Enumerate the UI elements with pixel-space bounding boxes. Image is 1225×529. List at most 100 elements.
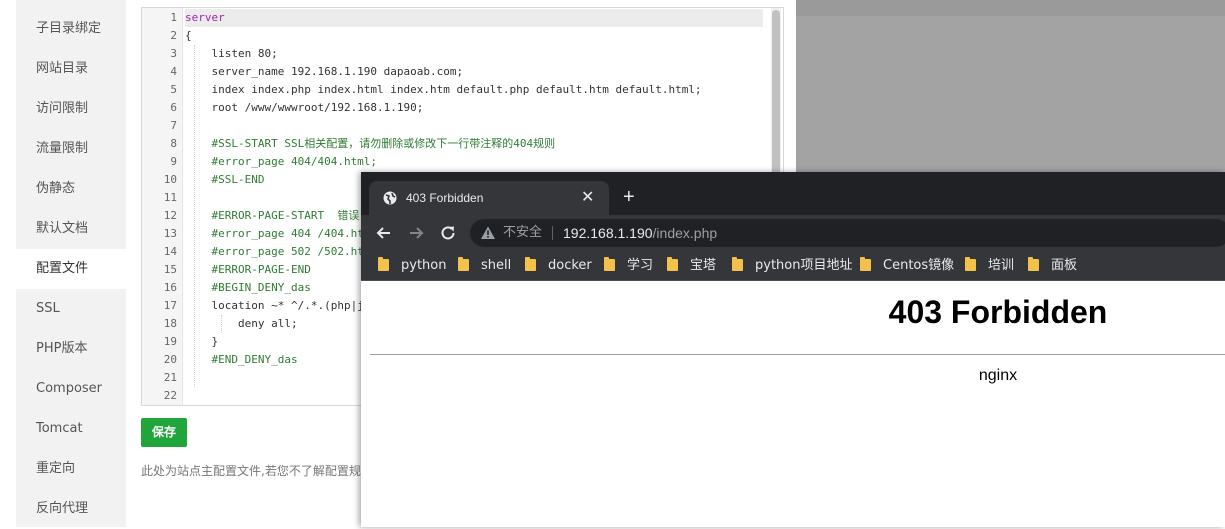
line-number: 21 — [163, 371, 177, 384]
sidebar-item-tomcat[interactable]: Tomcat — [16, 409, 126, 449]
line-number: 15 — [163, 263, 177, 276]
back-button[interactable] — [373, 222, 395, 244]
bookmark-label: python项目地址 — [755, 258, 853, 273]
line-number: 3 — [170, 47, 177, 60]
browser-toolbar: 不安全 192.168.1.190/index.php — [361, 215, 1225, 251]
tab-403-forbidden[interactable]: 403 Forbidden ✕ — [369, 181, 609, 215]
code-line: server_name 192.168.1.190 dapaoab.com; — [185, 65, 464, 78]
sidebar-item-reverse-proxy[interactable]: 反向代理 — [16, 489, 126, 529]
folder-icon — [860, 257, 871, 271]
address-bar[interactable]: 不安全 192.168.1.190/index.php — [470, 219, 1225, 247]
sidebar-item-config-file[interactable]: 配置文件 — [16, 249, 126, 289]
code-line: #END_DENY_das — [185, 353, 298, 366]
bookmark-study[interactable]: 学习 — [604, 251, 653, 280]
new-tab-button[interactable]: + — [623, 185, 635, 209]
line-number: 8 — [170, 137, 177, 150]
line-number: 18 — [163, 317, 177, 330]
divider — [370, 354, 1225, 355]
background-header — [796, 0, 1225, 16]
folder-icon — [1028, 257, 1039, 271]
bookmark-python-projects[interactable]: python项目地址 — [732, 251, 852, 280]
code-line: listen 80; — [185, 47, 278, 60]
bookmark-label: shell — [481, 258, 512, 273]
code-line: root /www/wwwroot/192.168.1.190; — [185, 101, 424, 114]
line-number: 10 — [163, 173, 177, 186]
sidebar-item-redirect[interactable]: 重定向 — [16, 449, 126, 489]
code-line: { — [185, 29, 192, 42]
code-line: deny all; — [185, 317, 298, 330]
line-number: 6 — [170, 101, 177, 114]
bookmark-docker[interactable]: docker — [525, 251, 592, 280]
folder-icon — [965, 257, 976, 271]
line-number: 7 — [170, 119, 177, 132]
close-icon[interactable]: ✕ — [581, 181, 594, 215]
line-number: 20 — [163, 353, 177, 366]
bookmark-shell[interactable]: shell — [458, 251, 511, 280]
sidebar-item-default-document[interactable]: 默认文档 — [16, 209, 126, 249]
folder-icon — [667, 257, 678, 271]
code-line: index index.php index.html index.htm def… — [185, 83, 702, 96]
folder-icon — [604, 257, 615, 271]
line-number: 5 — [170, 83, 177, 96]
bookmark-centos-mirror[interactable]: Centos镜像 — [860, 251, 954, 280]
globe-icon — [382, 190, 398, 206]
line-number: 19 — [163, 335, 177, 348]
line-number: 2 — [170, 29, 177, 42]
sidebar-item-ssl[interactable]: SSL — [16, 289, 126, 329]
bookmarks-bar: python shell docker 学习 宝塔 python项目地址 Cen… — [361, 251, 1225, 281]
bookmark-baota[interactable]: 宝塔 — [667, 251, 716, 280]
code-line: #ERROR-PAGE-START 错误 — [185, 209, 360, 222]
not-secure-label[interactable]: 不安全 — [503, 219, 542, 247]
error-heading: 403 Forbidden — [888, 294, 1108, 330]
bookmark-training[interactable]: 培训 — [965, 251, 1014, 280]
reload-icon — [441, 226, 455, 240]
arrow-left-icon — [376, 227, 390, 239]
folder-icon — [732, 257, 743, 271]
divider — [552, 226, 553, 240]
sidebar-item-site-directory[interactable]: 网站目录 — [16, 49, 126, 89]
tab-strip: 403 Forbidden ✕ + — [361, 172, 1225, 215]
sidebar-item-composer[interactable]: Composer — [16, 369, 126, 409]
code-line: #ERROR-PAGE-END — [185, 263, 311, 276]
line-number: 22 — [163, 389, 177, 402]
code-line: } — [185, 335, 219, 348]
page-content: 403 Forbidden nginx — [361, 281, 1225, 527]
folder-icon — [525, 257, 536, 271]
tab-title: 403 Forbidden — [406, 191, 484, 205]
server-signature: nginx — [978, 367, 1018, 384]
reload-button[interactable] — [437, 222, 459, 244]
code-line: #error_page 404 /404.ht — [185, 227, 364, 240]
line-number-gutter: 1 2 3 4 5 6 7 8 9 10 11 12 13 14 15 16 1… — [142, 8, 183, 405]
sidebar-item-traffic-limit[interactable]: 流量限制 — [16, 129, 126, 169]
bookmark-label: 面板 — [1051, 258, 1078, 273]
sidebar-item-access-limit[interactable]: 访问限制 — [16, 89, 126, 129]
url-path: /index.php — [652, 225, 718, 241]
bookmark-label: 培训 — [988, 258, 1015, 273]
bookmark-panel[interactable]: 面板 — [1028, 251, 1077, 280]
warning-icon[interactable] — [480, 225, 496, 241]
save-button[interactable]: 保存 — [141, 418, 187, 447]
code-line: #SSL-END — [185, 173, 265, 186]
code-line: #error_page 502 /502.ht — [185, 245, 364, 258]
bookmark-label: Centos镜像 — [883, 258, 955, 273]
line-number: 11 — [163, 191, 177, 204]
url-host: 192.168.1.190 — [563, 225, 653, 241]
folder-icon — [378, 257, 389, 271]
line-number: 4 — [170, 65, 177, 78]
sidebar-item-subdir-binding[interactable]: 子目录绑定 — [16, 9, 126, 49]
bookmark-label: 宝塔 — [690, 258, 717, 273]
settings-sidebar: 子目录绑定 网站目录 访问限制 流量限制 伪静态 默认文档 配置文件 SSL P… — [16, 0, 126, 527]
code-line: #SSL-START SSL相关配置，请勿删除或修改下一行带注释的404规则 — [185, 137, 556, 150]
line-number: 14 — [163, 245, 177, 258]
bookmark-label: python — [401, 258, 447, 273]
bookmark-python[interactable]: python — [378, 251, 446, 280]
sidebar-item-php-version[interactable]: PHP版本 — [16, 329, 126, 369]
sidebar-item-rewrite[interactable]: 伪静态 — [16, 169, 126, 209]
config-help-note: 此处为站点主配置文件,若您不了解配置规 — [141, 464, 361, 478]
forward-button[interactable] — [405, 222, 427, 244]
line-number: 1 — [170, 11, 177, 24]
url-text[interactable]: 192.168.1.190/index.php — [563, 219, 717, 247]
folder-icon — [458, 257, 469, 271]
arrow-right-icon — [410, 227, 424, 239]
bookmark-label: 学习 — [627, 258, 654, 273]
